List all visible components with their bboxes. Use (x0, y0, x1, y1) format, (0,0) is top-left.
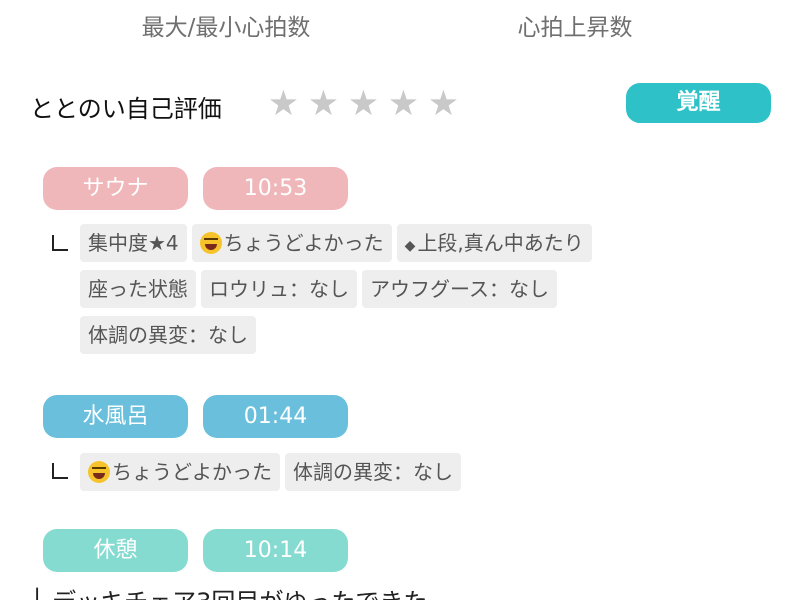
tag-concentration: 集中度★4 (80, 224, 187, 262)
heart-rate-stats: 最大/最小心拍数 心拍上昇数 (0, 0, 800, 48)
star-icon[interactable]: ★ (346, 84, 381, 124)
mood-badge[interactable]: 覚醒 (626, 83, 771, 123)
tag-aufguss: アウフグース：なし (362, 270, 557, 308)
session-time-pill[interactable]: 10:53 (203, 167, 348, 210)
laughing-face-icon (88, 461, 110, 483)
star-icon[interactable]: ★ (386, 84, 421, 124)
session-tags: ちょうどよかった 体調の異変：なし (80, 453, 680, 491)
session-tags: 集中度★4 ちょうどよかった ◆ 上段,真ん中あたり 座った状態 ロウリュ：なし … (80, 224, 680, 354)
star-icon[interactable]: ★ (426, 84, 461, 124)
layers-icon: ◆ (404, 238, 416, 254)
session-time-pill[interactable]: 10:14 (203, 529, 348, 572)
session-type-pill[interactable]: サウナ (43, 167, 188, 210)
star-icon[interactable]: ★ (306, 84, 341, 124)
branch-connector-icon (52, 463, 68, 479)
branch-connector-icon (52, 235, 68, 251)
session-type-pill[interactable]: 休憩 (43, 529, 188, 572)
tag-seat: ◆ 上段,真ん中あたり (396, 224, 592, 262)
tag-feeling: ちょうどよかった (80, 453, 280, 491)
session-type-pill[interactable]: 水風呂 (43, 395, 188, 438)
session-time-pill[interactable]: 01:44 (203, 395, 348, 438)
tag-condition: 体調の異変：なし (80, 316, 256, 354)
tag-feeling: ちょうどよかった (191, 224, 392, 262)
sauna-log-page: 最大/最小心拍数 心拍上昇数 ととのい自己評価 ★ ★ ★ ★ ★ 覚醒 サウナ… (0, 0, 800, 600)
tag-posture: 座った状態 (80, 270, 196, 308)
heart-rate-rise-label: 心拍上昇数 (517, 15, 633, 41)
self-rating-row: ととのい自己評価 ★ ★ ★ ★ ★ 覚醒 (0, 82, 800, 126)
tag-loyly: ロウリュ：なし (201, 270, 357, 308)
star-icon[interactable]: ★ (266, 84, 301, 124)
partial-note-text: └ デッキチェア3回目がゆったできた (30, 582, 427, 600)
tag-condition: 体調の異変：なし (285, 453, 461, 491)
max-min-heart-rate-label: 最大/最小心拍数 (141, 15, 311, 41)
star-rating[interactable]: ★ ★ ★ ★ ★ (266, 84, 461, 124)
laughing-face-icon (199, 232, 222, 254)
self-rating-label: ととのい自己評価 (30, 95, 222, 123)
